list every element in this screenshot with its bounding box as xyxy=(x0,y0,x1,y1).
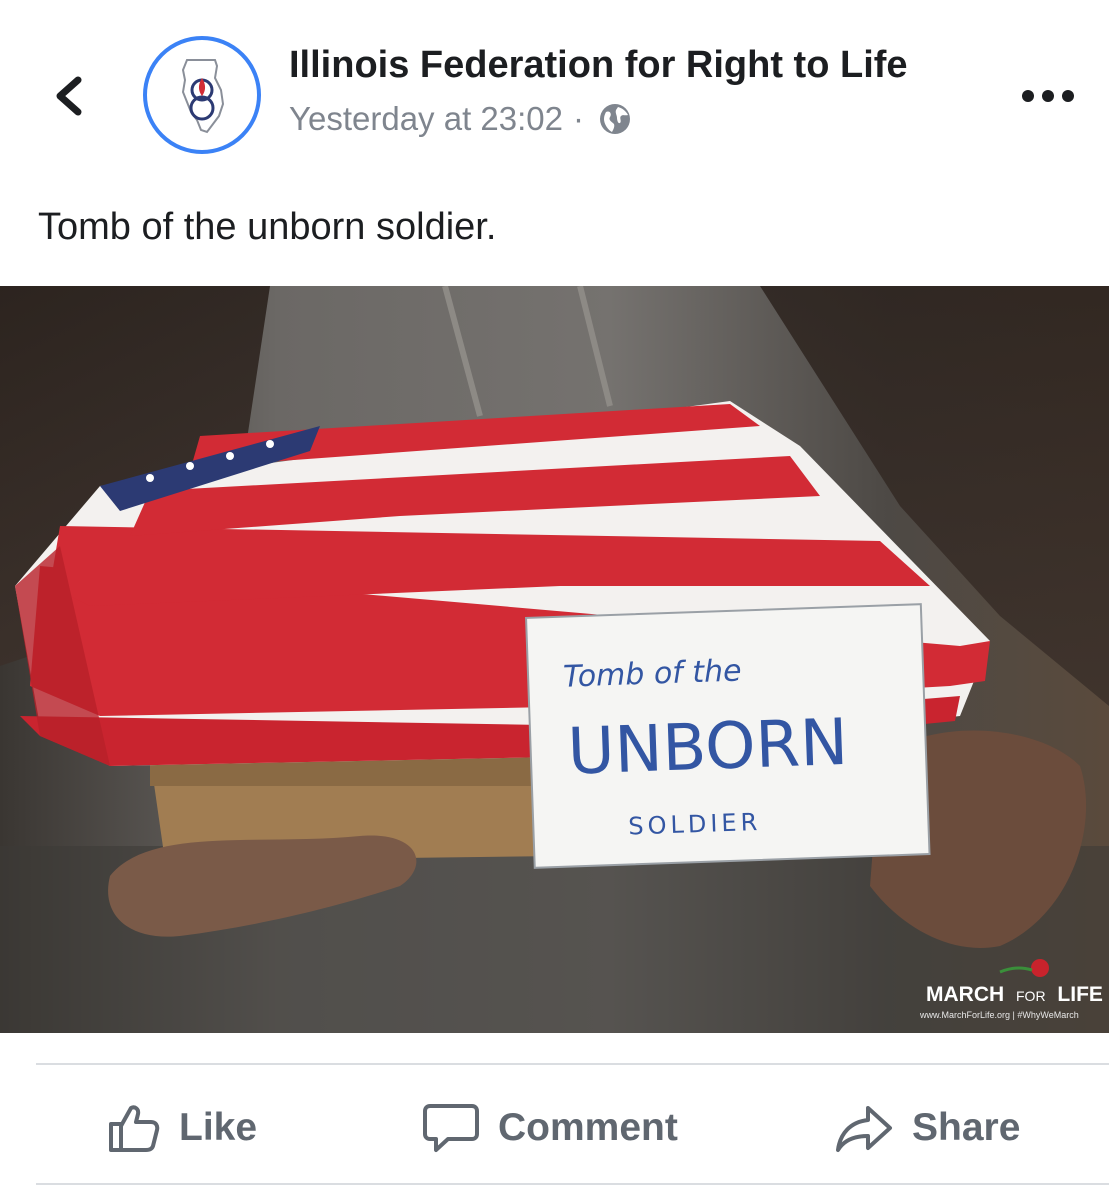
sign-line-3: SOLDIER xyxy=(628,808,762,841)
comment-label: Comment xyxy=(498,1105,678,1149)
post-actions: Like Comment Share xyxy=(0,1080,1109,1175)
page-name[interactable]: Illinois Federation for Right to Life xyxy=(289,44,908,87)
page-avatar[interactable] xyxy=(143,36,261,154)
post-header: Illinois Federation for Right to Life Ye… xyxy=(0,0,1109,175)
post-bottom-divider xyxy=(36,1183,1109,1185)
like-button[interactable]: Like xyxy=(105,1080,257,1175)
chevron-left-icon xyxy=(56,76,82,116)
sign-line-1: Tomb of the xyxy=(563,653,743,694)
thumbs-up-icon xyxy=(109,1104,160,1152)
photo-illustration: Tomb of the UNBORN SOLDIER MARCH FOR LIF… xyxy=(0,286,1109,1033)
sign-line-2: UNBORN xyxy=(566,706,849,790)
post-timestamp[interactable]: Yesterday at 23:02 xyxy=(289,100,563,138)
like-label: Like xyxy=(179,1105,258,1149)
comment-icon xyxy=(423,1103,479,1152)
share-button[interactable]: Share xyxy=(834,1080,1020,1175)
svg-text:www.MarchForLife.org | #WhyWeM: www.MarchForLife.org | #WhyWeMarch xyxy=(919,1010,1079,1020)
post-text: Tomb of the unborn soldier. xyxy=(38,206,497,248)
share-label: Share xyxy=(912,1105,1021,1149)
more-options-icon xyxy=(1022,90,1074,102)
comment-button[interactable]: Comment xyxy=(422,1080,678,1175)
illinois-logo xyxy=(181,59,225,134)
share-arrow-icon xyxy=(836,1105,892,1152)
more-options-button[interactable] xyxy=(1020,86,1076,106)
sign-card: Tomb of the UNBORN SOLDIER xyxy=(525,603,931,869)
globe-icon xyxy=(600,104,630,134)
actions-divider xyxy=(36,1063,1109,1065)
post-meta: Yesterday at 23:02 · xyxy=(289,100,632,138)
meta-separator: · xyxy=(573,100,584,137)
post-photo[interactable]: Tomb of the UNBORN SOLDIER MARCH FOR LIF… xyxy=(0,286,1109,1033)
back-button[interactable] xyxy=(48,66,92,126)
